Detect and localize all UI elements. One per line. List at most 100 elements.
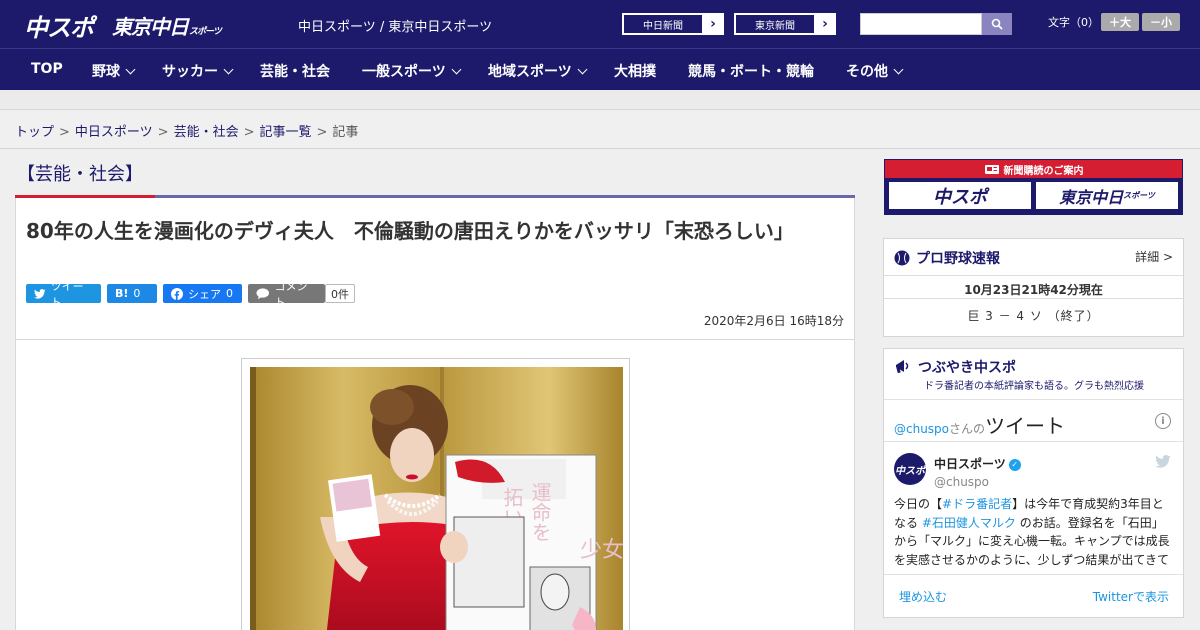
nav-other[interactable]: その他	[846, 61, 904, 81]
nav-general-sports[interactable]: 一般スポーツ	[362, 61, 462, 81]
subscribe-chuspo[interactable]: 中スポ	[888, 181, 1032, 210]
category-heading: 【芸能・社会】	[15, 150, 855, 198]
breadcrumb-home[interactable]: トップ	[15, 125, 54, 140]
embed-link[interactable]: 埋め込む	[899, 588, 947, 605]
view-on-twitter-link[interactable]: Twitterで表示	[1093, 588, 1169, 605]
chuspo-logo[interactable]: 中スポ	[24, 8, 94, 42]
hashtag-link[interactable]: #石田健人マルク	[922, 516, 1016, 530]
nav-sumo-label: 大相撲	[614, 64, 656, 80]
verified-badge-icon: ✓	[1008, 458, 1021, 471]
timeline-owner[interactable]: @chuspoさんのツイート	[894, 414, 1065, 438]
top-header: 中スポ 東京中日スポーツ 中日スポーツ / 東京中日スポーツ 中日新聞 › 東京…	[0, 0, 1200, 48]
breadcrumb-separator: >	[316, 125, 328, 140]
hatena-count: 0	[133, 287, 141, 300]
font-larger-button[interactable]: ＋大	[1101, 13, 1139, 31]
ad-band	[0, 90, 1200, 110]
subscribe-tokyo-chunichi[interactable]: 東京中日 スポーツ	[1035, 181, 1179, 210]
timeline-handle: @chuspo	[894, 422, 950, 436]
hatena-bookmark-button[interactable]: B! 0	[107, 284, 157, 303]
tokyo-shimbun-link[interactable]: 東京新聞 ›	[734, 13, 836, 35]
chevron-down-icon	[893, 64, 904, 75]
nav-general-sports-label: 一般スポーツ	[362, 64, 446, 80]
breadcrumb-article-list[interactable]: 記事一覧	[260, 125, 312, 140]
timeline-handle-suffix: さんの	[949, 422, 986, 436]
nav-local-sports-label: 地域スポーツ	[488, 64, 572, 80]
nav-entertainment[interactable]: 芸能・社会	[260, 61, 330, 81]
article-photo-frame: 運命を 拓いた 少女	[241, 358, 630, 630]
comment-button[interactable]: コメント	[248, 280, 325, 309]
nav-keiba-label: 競馬・ボート・競輪	[688, 64, 814, 80]
breadcrumb-separator: >	[59, 125, 70, 140]
twitter-icon	[34, 288, 46, 299]
facebook-share-button[interactable]: シェア 0	[163, 284, 242, 303]
breadcrumb-separator: >	[243, 125, 255, 140]
subscription-title-text: 新聞購読のご案内	[1003, 165, 1084, 177]
pro-baseball-timestamp: 10月23日21時42分現在	[884, 275, 1183, 299]
tweet-author-name-text: 中日スポーツ	[934, 457, 1006, 471]
tweet-author-info: 中日スポーツ ✓ @chuspo	[934, 453, 1021, 489]
baseball-icon	[894, 250, 910, 266]
subscribe-tokyo-main: 東京中日	[1059, 187, 1124, 207]
pro-baseball-widget: プロ野球速報 詳細 > 10月23日21時42分現在 巨 3 － 4 ソ （終了…	[883, 238, 1184, 337]
breadcrumb-entertainment[interactable]: 芸能・社会	[174, 125, 239, 140]
article-headline: 80年の人生を漫画化のデヴィ夫人 不倫騒動の唐田えりかをバッサリ「末恐ろしい」	[26, 219, 794, 243]
manga-cover-text-3: 少女	[580, 538, 623, 563]
tweet-text-part: 今日の【	[894, 497, 943, 511]
nav-keiba[interactable]: 競馬・ボート・競輪	[688, 61, 814, 81]
nav-sumo[interactable]: 大相撲	[614, 61, 656, 81]
facebook-share-label: シェア	[188, 287, 221, 301]
tokyo-logo-main: 東京中日	[112, 15, 189, 39]
nav-top[interactable]: TOP	[31, 61, 63, 77]
chevron-down-icon	[125, 64, 136, 75]
nav-top-label: TOP	[31, 61, 63, 77]
tweet-widget-title-text: つぶやき中スポ	[918, 360, 1016, 376]
info-icon[interactable]: i	[1155, 413, 1171, 429]
nav-baseball[interactable]: 野球	[92, 61, 136, 81]
font-size-label: 文字（0）	[1048, 16, 1099, 29]
pro-baseball-score[interactable]: 巨 3 － 4 ソ （終了）	[884, 307, 1183, 324]
social-buttons: ツイート B! 0 シェア 0 コメント 0件	[26, 280, 361, 309]
manga-cover-text-1: 運命を	[528, 482, 552, 542]
main-nav: TOP 野球 サッカー 芸能・社会 一般スポーツ 地域スポーツ 大相撲 競馬・ボ…	[0, 48, 1200, 90]
nav-other-label: その他	[846, 64, 888, 80]
speech-bubble-icon	[256, 287, 270, 299]
article-photo[interactable]: 運命を 拓いた 少女	[250, 367, 623, 630]
search-input[interactable]	[860, 13, 982, 35]
subscribe-tokyo-sub: スポーツ	[1123, 191, 1155, 200]
nav-entertainment-label: 芸能・社会	[260, 64, 330, 80]
breadcrumb-separator: >	[157, 125, 169, 140]
chevron-down-icon	[223, 64, 234, 75]
tokyo-chunichi-logo[interactable]: 東京中日スポーツ	[112, 11, 222, 41]
hashtag-link[interactable]: #ドラ番記者	[942, 497, 1012, 511]
chunichi-shimbun-label: 中日新聞	[623, 14, 703, 34]
font-smaller-button[interactable]: －小	[1142, 13, 1180, 31]
tweet-widget-title: つぶやき中スポ	[894, 357, 1016, 377]
nav-baseball-label: 野球	[92, 64, 120, 80]
nav-local-sports[interactable]: 地域スポーツ	[488, 61, 588, 81]
search-icon	[991, 18, 1003, 30]
facebook-count: 0	[226, 287, 233, 300]
pro-baseball-detail-link[interactable]: 詳細 >	[1135, 248, 1173, 265]
newspaper-icon	[984, 164, 999, 174]
tweet-widget-subtitle: ドラ番記者の本紙評論家も語る。グラも熱烈応援	[924, 381, 1144, 392]
tweet-button[interactable]: ツイート	[26, 280, 101, 309]
chevron-right-icon: ›	[710, 16, 716, 32]
breadcrumb-chunichi-sports[interactable]: 中日スポーツ	[75, 125, 153, 140]
search-button[interactable]	[982, 13, 1012, 35]
subscription-banner[interactable]: 新聞購読のご案内 中スポ 東京中日 スポーツ	[884, 159, 1183, 215]
article-date: 2020年2月6日 16時18分	[703, 314, 844, 328]
breadcrumb-current: 記事	[332, 125, 359, 140]
facebook-icon	[171, 287, 183, 300]
twitter-bird-icon[interactable]	[1155, 455, 1171, 468]
chunichi-shimbun-link[interactable]: 中日新聞 ›	[622, 13, 724, 35]
article-divider	[16, 339, 854, 340]
hatena-icon: B!	[115, 287, 129, 300]
megaphone-icon	[896, 360, 909, 374]
chevron-down-icon	[451, 64, 462, 75]
tweet-text: 今日の【#ドラ番記者】は今年で育成契約3年目となる #石田健人マルク のお話。登…	[894, 495, 1174, 569]
tweet-author[interactable]: 中スポ 中日スポーツ ✓ @chuspo	[894, 453, 1021, 489]
tokyo-logo-sub: スポーツ	[189, 27, 222, 37]
avatar: 中スポ	[894, 453, 926, 485]
tweet-author-name: 中日スポーツ ✓	[934, 455, 1021, 472]
nav-soccer[interactable]: サッカー	[162, 61, 234, 81]
